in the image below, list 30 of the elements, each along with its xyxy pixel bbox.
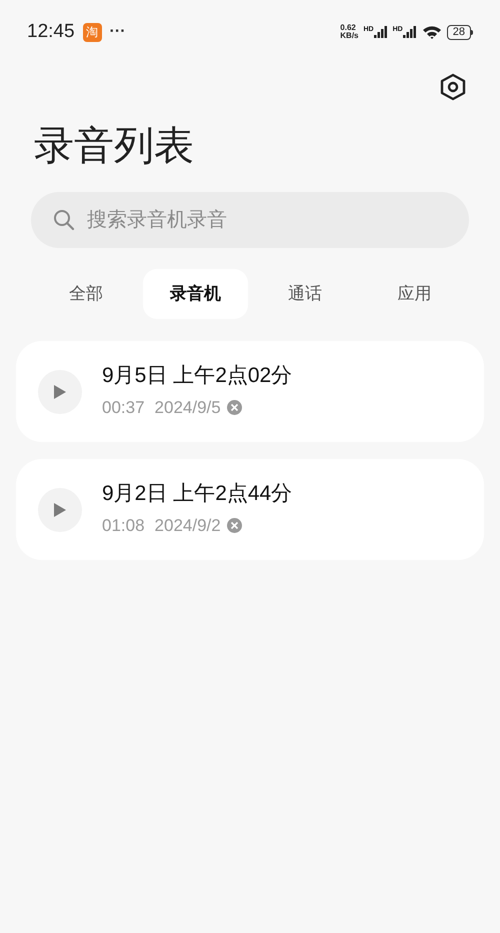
play-icon: [54, 502, 66, 516]
page-title: 录音列表: [33, 123, 195, 170]
recording-card[interactable]: 9月5日 上午2点02分 00:37 2024/9/5: [16, 341, 484, 442]
more-notifications: ···: [110, 22, 126, 42]
network-speed-value: 0.62: [340, 24, 357, 32]
signal-icon: [374, 26, 388, 38]
settings-button[interactable]: [438, 72, 468, 102]
search-icon: [53, 209, 75, 231]
filter-tab[interactable]: 录音机: [142, 269, 248, 319]
app-notification-icon: 淘: [82, 22, 102, 42]
network-speed-unit: KB/s: [340, 32, 358, 40]
play-button[interactable]: [38, 370, 82, 414]
recording-date: 2024/9/5: [154, 396, 221, 419]
battery-indicator: 28: [446, 24, 471, 40]
recording-title: 9月2日 上午2点44分: [102, 480, 292, 507]
wifi-icon: [422, 25, 442, 39]
play-button[interactable]: [38, 488, 82, 532]
filter-tab[interactable]: 通话: [252, 269, 358, 319]
settings-icon: [440, 73, 466, 101]
signal-icon: [402, 26, 417, 38]
recording-duration: 01:08: [102, 514, 145, 537]
recording-date: 2024/9/2: [154, 514, 221, 537]
recording-title: 9月5日 上午2点02分: [102, 362, 292, 389]
filter-tab[interactable]: 全部: [33, 269, 138, 319]
filter-tab[interactable]: 应用: [362, 269, 467, 319]
search-field[interactable]: 搜索录音机录音: [31, 192, 469, 248]
recording-duration: 00:37: [102, 396, 145, 419]
status-time: 12:45: [27, 20, 75, 44]
recording-card[interactable]: 9月2日 上午2点44分 01:08 2024/9/2: [16, 459, 484, 560]
play-icon: [54, 384, 66, 398]
